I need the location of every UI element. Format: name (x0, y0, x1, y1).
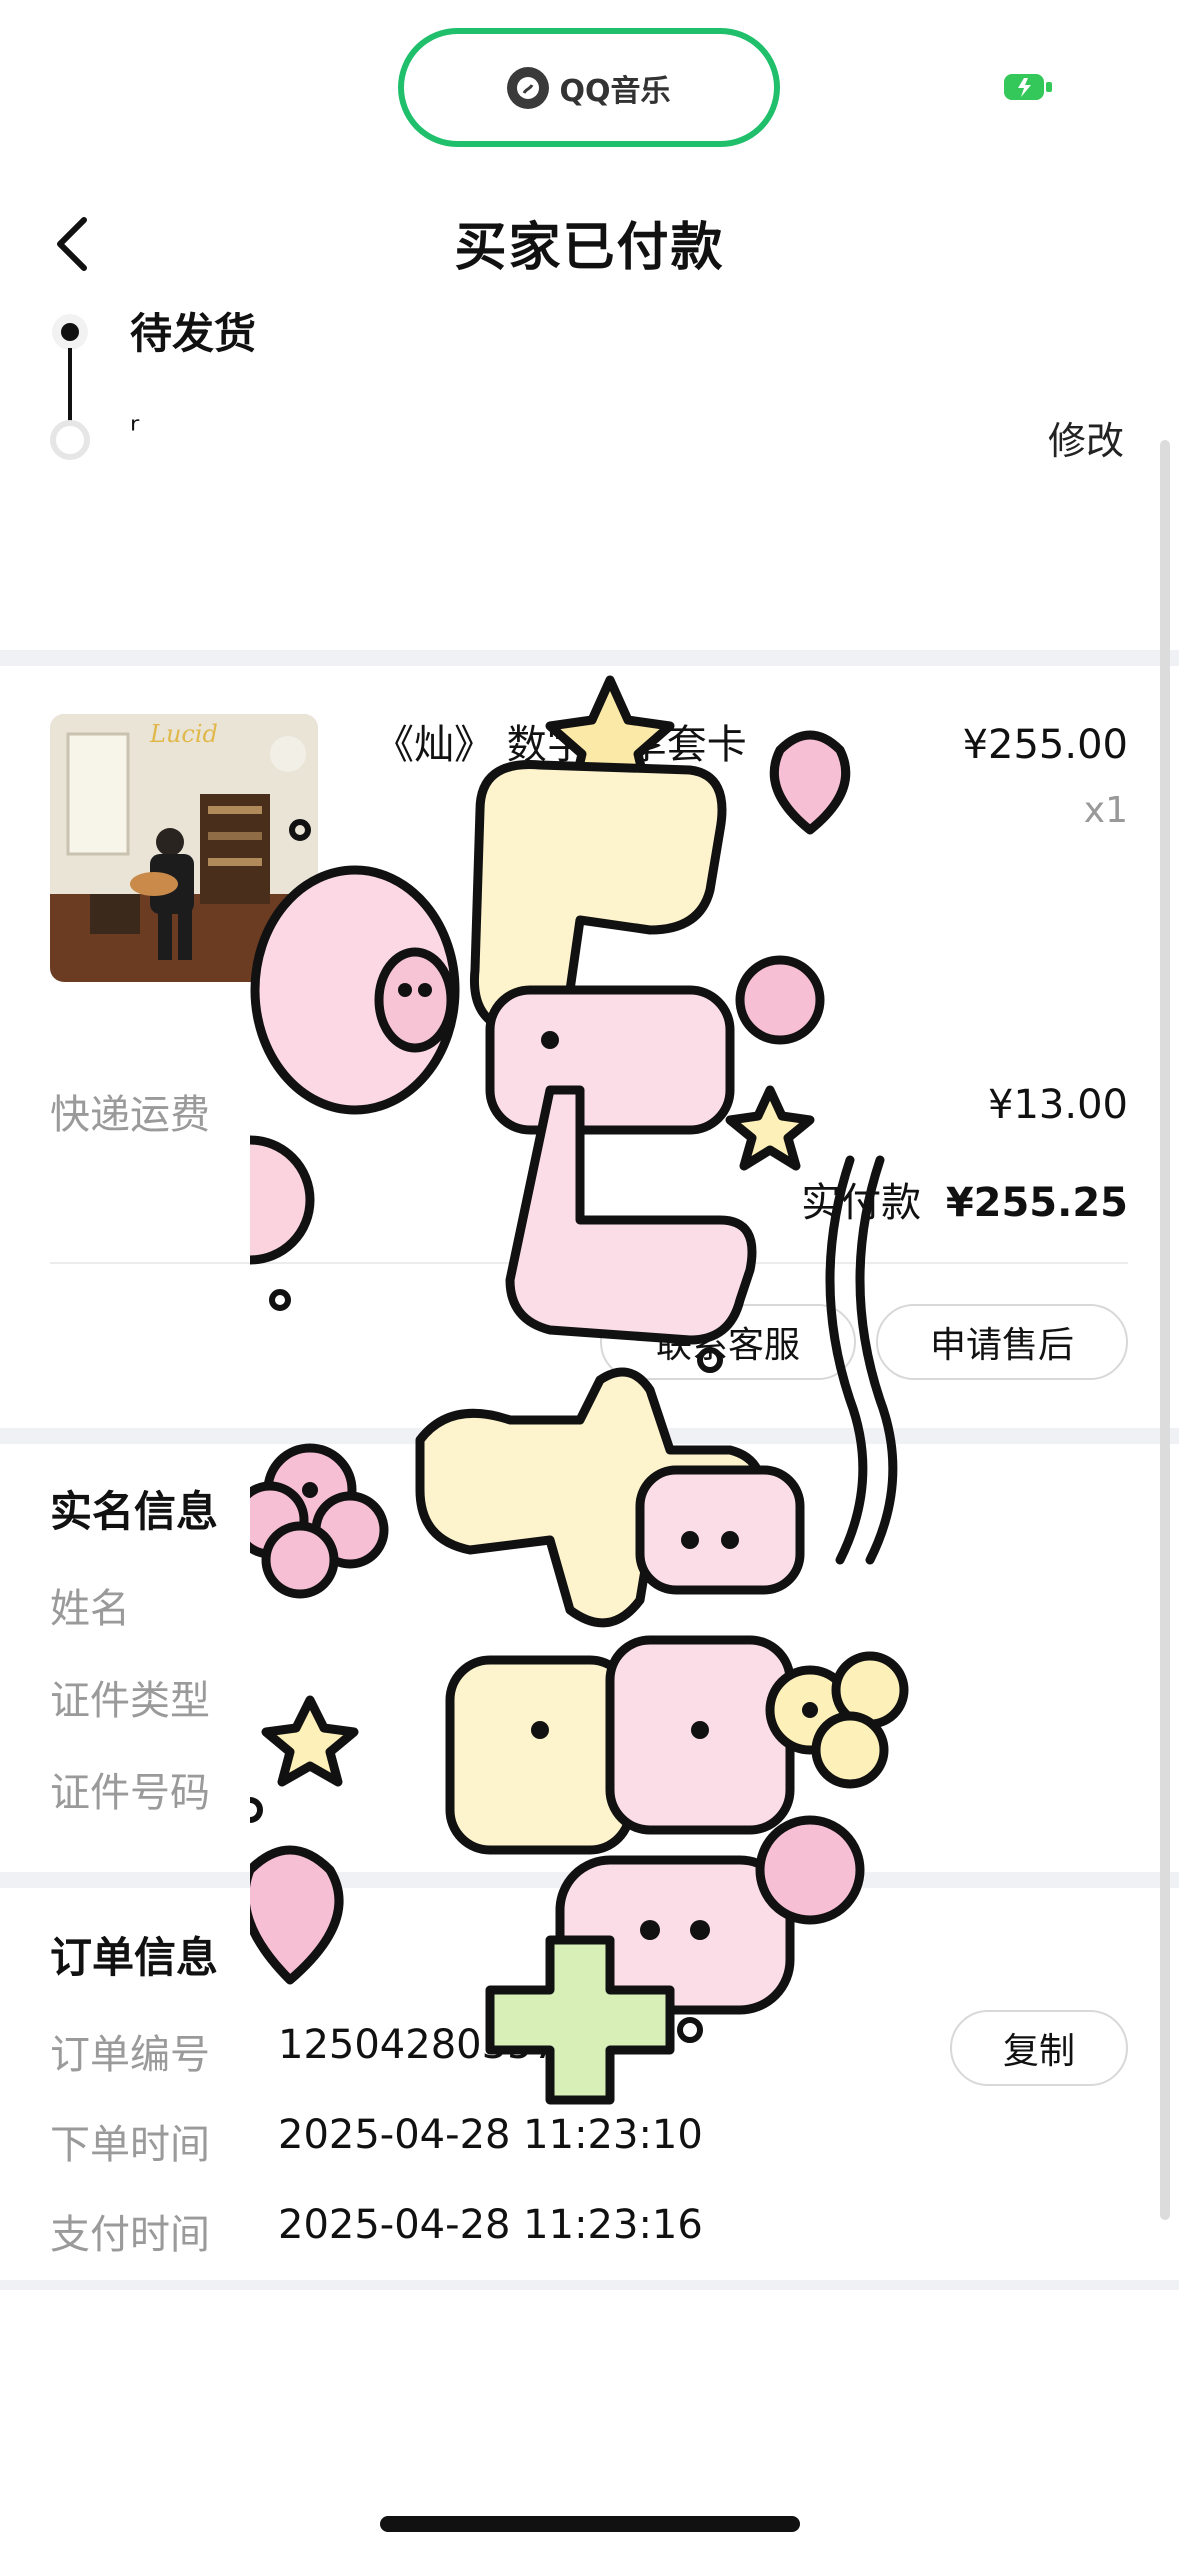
payment-time-label: 支付时间 (50, 2212, 210, 2258)
id-number-label: 证件号码 (50, 1770, 210, 1816)
id-type-label: 证件类型 (50, 1678, 210, 1724)
product-price: ¥255.00 (962, 722, 1128, 768)
copy-order-number-button[interactable]: 复制 (950, 2010, 1128, 2086)
address-fragment: ʳ (130, 410, 140, 451)
timeline-connector (68, 348, 72, 422)
home-indicator[interactable] (380, 2516, 800, 2532)
paid-amount-value: ¥255.25 (945, 1180, 1128, 1226)
payment-time-value: 2025-04-28 11:23:16 (278, 2202, 703, 2248)
qq-music-pill[interactable]: QQ音乐 (398, 28, 780, 147)
scroll-indicator[interactable] (1160, 440, 1170, 2220)
realname-section-title: 实名信息 (50, 1487, 219, 1536)
shipping-fee-label: 快递运费 (50, 1092, 210, 1138)
decorative-sticker-overlay (185, 660, 930, 2180)
album-title: Lucid (150, 720, 218, 748)
name-label: 姓名 (50, 1586, 130, 1632)
section-divider (0, 2280, 1179, 2290)
pill-label: QQ音乐 (559, 73, 671, 109)
order-number-label: 订单编号 (50, 2032, 210, 2078)
timeline-dot-address (50, 420, 90, 460)
order-created-label: 下单时间 (50, 2122, 210, 2168)
page-title: 买家已付款 (454, 218, 725, 278)
shipping-status: 待发货 (130, 309, 257, 358)
battery-charging-icon (1004, 72, 1056, 102)
modify-address-link[interactable]: 修改 (1048, 410, 1124, 465)
order-section-title: 订单信息 (50, 1933, 219, 1982)
product-quantity: x1 (1083, 790, 1128, 831)
qq-music-logo-icon (507, 66, 550, 109)
timeline-dot-current (52, 314, 88, 350)
